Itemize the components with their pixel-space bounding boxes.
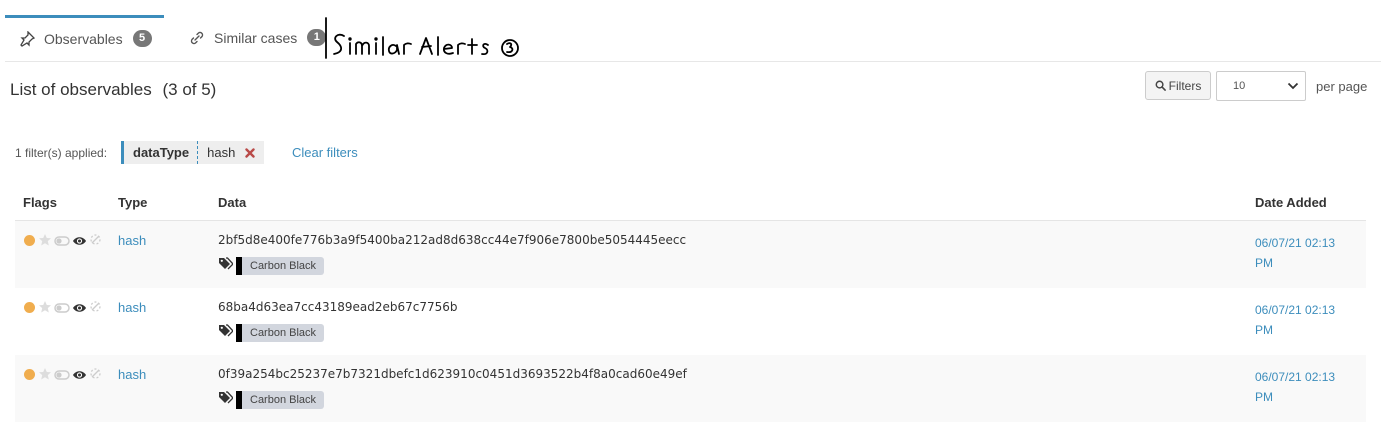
sighted-off-icon[interactable]	[89, 300, 103, 319]
active-filter-tag: dataType hash	[121, 141, 265, 164]
list-count: (3 of 5)	[162, 80, 217, 99]
observable-tags: Carbon Black	[218, 324, 325, 342]
tab-observables[interactable]: Observables 5	[5, 15, 164, 59]
clear-filters-link[interactable]: Clear filters	[292, 145, 358, 160]
date-added-date: 06/07/21 02:13	[1255, 303, 1336, 317]
filters-applied-label: 1 filter(s) applied:	[15, 146, 108, 160]
observable-type-link[interactable]: hash	[118, 367, 146, 382]
filters-button[interactable]: Filters	[1145, 71, 1211, 100]
date-added-date: 06/07/21 02:13	[1255, 236, 1336, 250]
tab-bar: Observables 5 Similar cases 1	[5, 15, 1381, 62]
link-icon	[189, 30, 205, 46]
page-size-select[interactable]: 10	[1216, 71, 1306, 101]
handwritten-annotation	[322, 16, 527, 65]
observable-data: 68ba4d63ea7cc43189ead2eb67c7756b	[218, 300, 458, 314]
toggle-icon[interactable]	[54, 234, 70, 252]
star-icon[interactable]	[38, 233, 52, 252]
toggle-icon[interactable]	[54, 368, 70, 386]
remove-filter-icon[interactable]	[245, 147, 264, 158]
tags-icon	[218, 257, 234, 275]
tag-label[interactable]: Carbon Black	[242, 257, 325, 275]
status-dot-icon	[23, 301, 36, 319]
row-flags	[23, 367, 103, 386]
date-added-date: 06/07/21 02:13	[1255, 370, 1336, 384]
list-title-text: List of observables	[10, 80, 152, 99]
observable-data: 2bf5d8e400fe776b3a9f5400ba212ad8d638cc44…	[218, 233, 687, 247]
date-added-link[interactable]: 06/07/21 02:13 PM	[1255, 300, 1355, 340]
observable-tags: Carbon Black	[218, 391, 325, 409]
observable-type-link[interactable]: hash	[118, 233, 146, 248]
date-added-link[interactable]: 06/07/21 02:13 PM	[1255, 367, 1355, 407]
table-row: hash 68ba4d63ea7cc43189ead2eb67c7756b Ca…	[15, 288, 1366, 356]
tag-label[interactable]: Carbon Black	[242, 391, 325, 409]
column-header-date-added[interactable]: Date Added	[1255, 195, 1327, 210]
filters-button-label: Filters	[1168, 78, 1202, 93]
eye-icon[interactable]	[72, 368, 87, 386]
toggle-icon[interactable]	[54, 301, 70, 319]
eye-icon[interactable]	[72, 301, 87, 319]
row-flags	[23, 300, 103, 319]
observables-count-badge: 5	[132, 30, 152, 47]
date-added-time: PM	[1255, 256, 1273, 270]
chevron-down-icon	[1287, 82, 1299, 90]
date-added-time: PM	[1255, 390, 1273, 404]
sighted-off-icon[interactable]	[89, 367, 103, 386]
tab-observables-label: Observables	[44, 30, 123, 47]
status-dot-icon	[23, 234, 36, 252]
page-size-value: 10	[1233, 80, 1246, 92]
table-row: hash 0f39a254bc25237e7b7321dbefc1d623910…	[15, 355, 1366, 423]
tab-similar-cases-label: Similar cases	[214, 29, 298, 46]
row-flags	[23, 233, 103, 252]
filter-key: dataType	[124, 141, 199, 164]
tab-similar-cases[interactable]: Similar cases 1	[185, 15, 327, 60]
list-title: List of observables (3 of 5)	[10, 80, 216, 100]
tags-icon	[218, 324, 234, 342]
pin-icon	[19, 30, 35, 47]
date-added-time: PM	[1255, 323, 1273, 337]
tags-icon	[218, 391, 234, 409]
per-page-label: per page	[1316, 79, 1368, 94]
column-header-flags[interactable]: Flags	[23, 195, 57, 210]
eye-icon[interactable]	[72, 234, 87, 252]
observable-tags: Carbon Black	[218, 257, 325, 275]
search-icon	[1155, 80, 1166, 91]
date-added-link[interactable]: 06/07/21 02:13 PM	[1255, 233, 1355, 273]
star-icon[interactable]	[38, 367, 52, 386]
column-header-data[interactable]: Data	[218, 195, 246, 210]
sighted-off-icon[interactable]	[89, 233, 103, 252]
tag-label[interactable]: Carbon Black	[242, 324, 325, 342]
status-dot-icon	[23, 368, 36, 386]
column-header-type[interactable]: Type	[118, 195, 147, 210]
table-row: hash 2bf5d8e400fe776b3a9f5400ba212ad8d63…	[15, 221, 1366, 289]
observable-type-link[interactable]: hash	[118, 300, 146, 315]
observable-data: 0f39a254bc25237e7b7321dbefc1d623910c0451…	[218, 367, 687, 381]
filter-value: hash	[207, 145, 236, 160]
star-icon[interactable]	[38, 300, 52, 319]
